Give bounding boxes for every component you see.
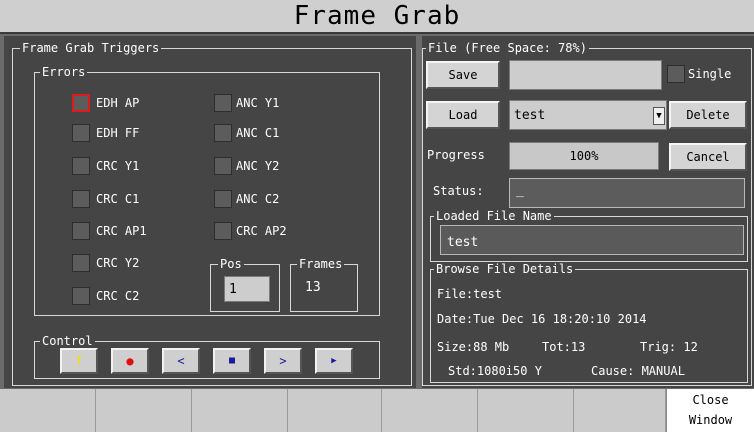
- triggers-legend: Frame Grab Triggers: [20, 41, 162, 55]
- load-button[interactable]: Load: [426, 101, 500, 129]
- title-bar: Frame Grab: [0, 0, 754, 34]
- load-file-value: test: [514, 108, 546, 123]
- frames-legend: Frames: [297, 257, 345, 271]
- checkbox-anc-c1[interactable]: [214, 124, 232, 142]
- checkbox-crc-y1[interactable]: [72, 157, 90, 175]
- window-title: Frame Grab: [293, 1, 461, 31]
- softkey-5[interactable]: [382, 389, 478, 432]
- progress-value: 100%: [569, 149, 599, 163]
- save-button[interactable]: Save: [426, 61, 500, 89]
- play-button[interactable]: ▶: [315, 348, 353, 374]
- softkey-6[interactable]: [478, 389, 574, 432]
- checkbox-crc-c2[interactable]: [72, 287, 90, 305]
- details-trig: Trig: 12: [640, 340, 698, 354]
- frames-value: 13: [305, 280, 321, 295]
- softkey-3[interactable]: [192, 389, 288, 432]
- single-label: Single: [688, 67, 732, 81]
- label-crc-ap2: CRC AP2: [236, 224, 287, 238]
- checkbox-crc-y2[interactable]: [72, 254, 90, 272]
- softkey-7[interactable]: [574, 389, 666, 432]
- record-button[interactable]: ●: [111, 348, 149, 374]
- trigger-button[interactable]: T: [60, 348, 98, 374]
- stop-button[interactable]: ■: [213, 348, 251, 374]
- save-filename-input[interactable]: [509, 60, 662, 90]
- close-window-label-line1: Close: [692, 393, 729, 407]
- label-anc-c2: ANC C2: [236, 192, 280, 206]
- checkbox-crc-ap2[interactable]: [214, 222, 232, 240]
- errors-legend: Errors: [40, 65, 88, 79]
- loaded-file-value: test: [447, 235, 479, 250]
- softkey-1[interactable]: [0, 389, 96, 432]
- details-legend: Browse File Details: [434, 262, 576, 276]
- frames-group: [290, 264, 358, 312]
- label-crc-y2: CRC Y2: [96, 256, 140, 270]
- load-file-select[interactable]: test ▼: [509, 100, 667, 130]
- details-size: Size:88 Mb: [437, 340, 510, 354]
- label-anc-y2: ANC Y2: [236, 159, 280, 173]
- single-checkbox[interactable]: [667, 65, 685, 83]
- close-window-label-line2: Window: [688, 413, 733, 427]
- checkbox-anc-y2[interactable]: [214, 157, 232, 175]
- file-legend: File (Free Space: 78%): [426, 41, 589, 55]
- details-date: Date:Tue Dec 16 18:20:10 2014: [437, 312, 647, 326]
- checkbox-edh-ff[interactable]: [72, 124, 90, 142]
- prev-frame-button[interactable]: <: [162, 348, 200, 374]
- label-crc-c2: CRC C2: [96, 289, 140, 303]
- label-crc-c1: CRC C1: [96, 192, 140, 206]
- progress-label: Progress: [427, 148, 485, 162]
- label-anc-y1: ANC Y1: [236, 96, 280, 110]
- control-legend: Control: [40, 334, 95, 348]
- pos-legend: Pos: [218, 257, 244, 271]
- label-anc-c1: ANC C1: [236, 126, 280, 140]
- checkbox-edh-ap[interactable]: [72, 94, 90, 112]
- close-window-button[interactable]: Close Window: [666, 389, 754, 432]
- label-edh-ap: EDH AP: [96, 96, 140, 110]
- progress-bar: 100%: [509, 142, 659, 170]
- details-file: File:test: [437, 287, 503, 301]
- softkey-4[interactable]: [288, 389, 382, 432]
- details-cause: Cause: MANUAL: [591, 364, 685, 378]
- details-std: Std:1080i50 Y: [448, 364, 542, 378]
- checkbox-crc-ap1[interactable]: [72, 222, 90, 240]
- loaded-file-field: test: [440, 225, 744, 255]
- delete-button[interactable]: Delete: [669, 101, 747, 129]
- chevron-down-icon[interactable]: ▼: [653, 107, 665, 125]
- label-edh-ff: EDH FF: [96, 126, 140, 140]
- checkbox-crc-c1[interactable]: [72, 190, 90, 208]
- checkbox-anc-y1[interactable]: [214, 94, 232, 112]
- label-crc-ap1: CRC AP1: [96, 224, 147, 238]
- status-field: _: [509, 178, 745, 208]
- softkey-2[interactable]: [96, 389, 192, 432]
- pos-input[interactable]: 1: [224, 276, 270, 302]
- status-value: _: [516, 183, 524, 198]
- cancel-button[interactable]: Cancel: [669, 143, 747, 171]
- label-crc-y1: CRC Y1: [96, 159, 140, 173]
- status-label: Status:: [433, 184, 484, 198]
- loaded-file-legend: Loaded File Name: [434, 209, 554, 223]
- checkbox-anc-c2[interactable]: [214, 190, 232, 208]
- details-tot: Tot:13: [542, 340, 586, 354]
- next-frame-button[interactable]: >: [264, 348, 302, 374]
